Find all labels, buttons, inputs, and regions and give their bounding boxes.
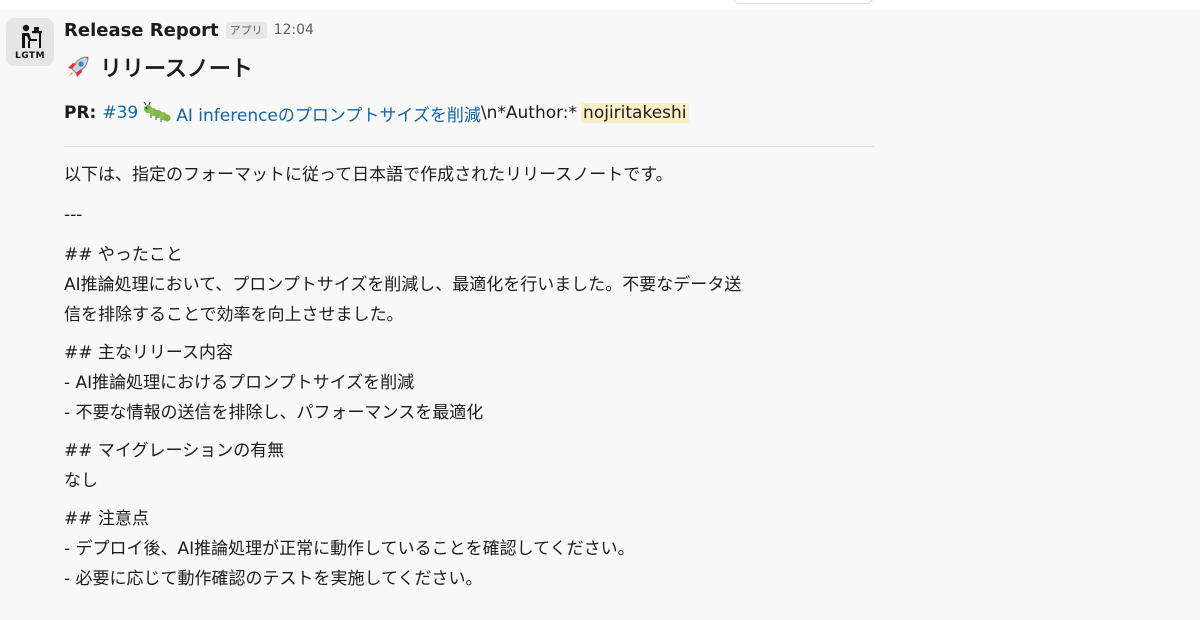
section-line: なし: [64, 471, 98, 491]
section-heading-migration: ## マイグレーションの有無: [64, 441, 285, 461]
title-text: リリースノート: [100, 57, 253, 82]
section-line: AI推論処理において、プロンプトサイズを削減し、最適化を行いました。不要なデータ…: [64, 275, 742, 295]
person-at-desk-icon: [22, 24, 42, 48]
message-header: Release Report アプリ 12:04: [64, 18, 314, 42]
section-line: - デプロイ後、AI推論処理が正常に動作していることを確認してください。: [64, 539, 635, 559]
avatar[interactable]: LGTM: [6, 18, 54, 66]
message-body: 以下は、指定のフォーマットに従って日本語で作成されたリリースノートです。 ---…: [64, 160, 884, 594]
separator-text: ---: [64, 205, 83, 225]
pr-title-link[interactable]: AI inferenceのプロンプトサイズを削減: [176, 101, 481, 126]
divider: [64, 146, 874, 147]
app-badge: アプリ: [225, 21, 267, 39]
section-line: - AI推論処理におけるプロンプトサイズを削減: [64, 373, 415, 393]
pr-line: PR: #39 AI inferenceのプロンプトサイズを削減 \n*Auth…: [64, 100, 689, 126]
sender-name[interactable]: Release Report: [64, 20, 219, 41]
previous-element-edge: [732, 0, 874, 4]
author-mention[interactable]: nojiritakeshi: [581, 103, 689, 123]
rocket-icon: [68, 56, 89, 77]
section-line: - 必要に応じて動作確認のテストを実施してください。: [64, 569, 483, 589]
section-line: - 不要な情報の送信を排除し、パフォーマンスを最適化: [64, 403, 484, 423]
message-title: リリースノート: [64, 52, 253, 82]
author-prefix: \n*Author:*: [480, 103, 578, 123]
section-line: 信を排除することで効率を向上させました。: [64, 305, 404, 325]
top-strip: [0, 0, 1200, 10]
timestamp[interactable]: 12:04: [274, 22, 314, 38]
avatar-label: LGTM: [14, 50, 46, 61]
intro-text: 以下は、指定のフォーマットに従って日本語で作成されたリリースノートです。: [64, 165, 673, 185]
pr-label: PR:: [64, 103, 97, 123]
section-heading-notes: ## 注意点: [64, 509, 149, 529]
section-heading-done: ## やったこと: [64, 245, 183, 265]
caterpillar-icon: [142, 102, 172, 124]
section-heading-release-contents: ## 主なリリース内容: [64, 343, 234, 363]
pr-number-link[interactable]: #39: [102, 103, 138, 123]
